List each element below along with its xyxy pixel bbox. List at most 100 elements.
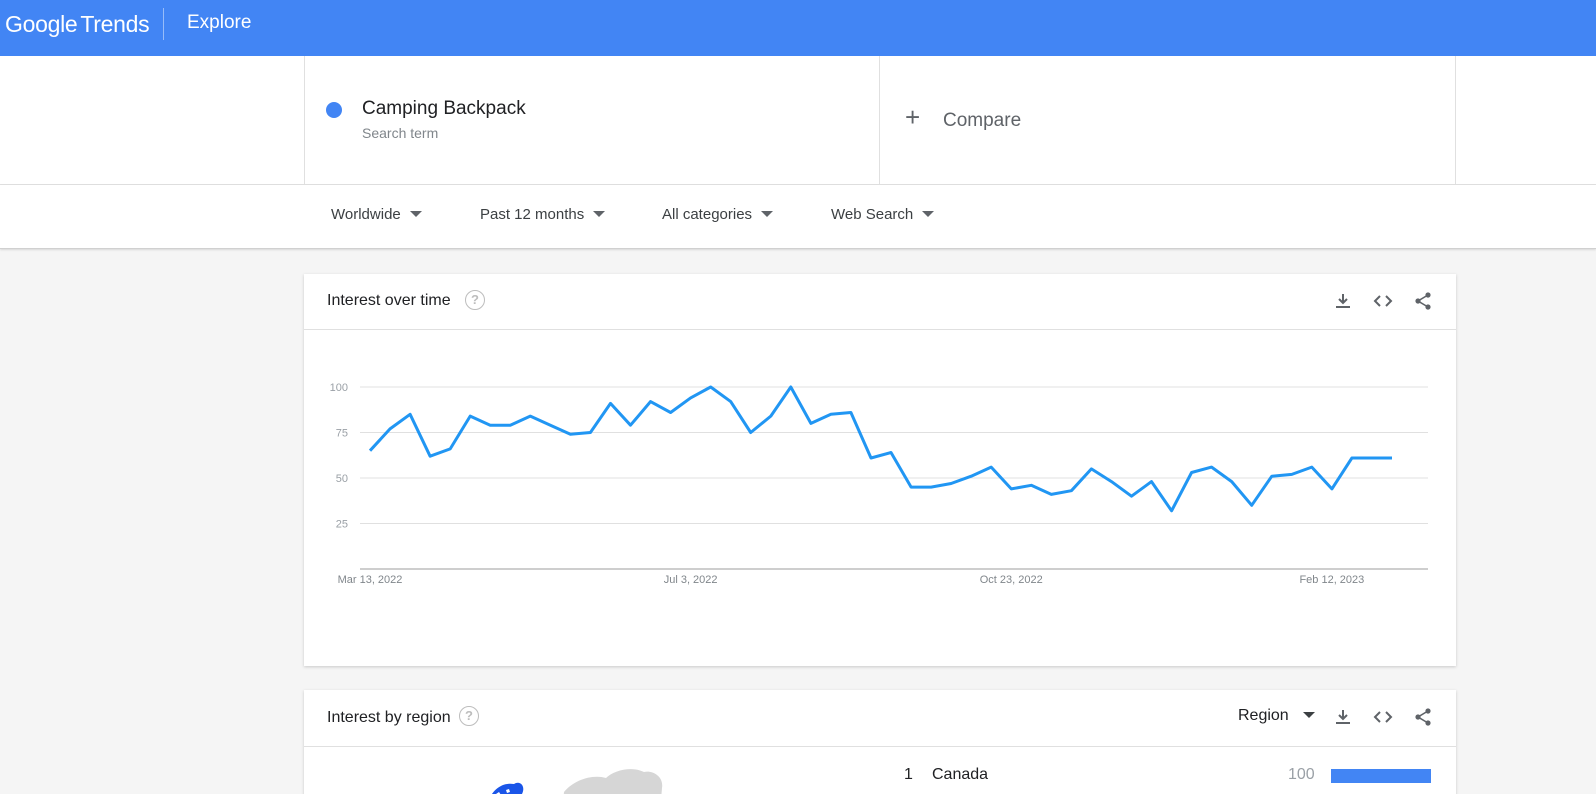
data-point[interactable] (1288, 470, 1296, 478)
data-point[interactable] (386, 425, 394, 433)
region-name[interactable]: Canada (932, 766, 988, 784)
caret-down-icon (1302, 711, 1315, 718)
series-line (368, 385, 1392, 513)
data-point[interactable] (366, 447, 374, 455)
search-term-header: Camping Backpack Search term + Compare (0, 56, 1596, 185)
data-point[interactable] (606, 399, 614, 407)
y-tick-label: 75 (336, 428, 348, 440)
data-point[interactable] (1228, 478, 1236, 486)
data-point[interactable] (466, 412, 474, 420)
y-tick-label: 25 (336, 519, 348, 531)
data-point[interactable] (446, 445, 454, 453)
data-point[interactable] (867, 454, 875, 462)
top-bar: Google Trends Explore (0, 0, 1596, 56)
google-trends-logo[interactable]: Google Trends (5, 11, 150, 41)
data-point[interactable] (1188, 469, 1196, 477)
data-point[interactable] (947, 479, 955, 487)
data-point[interactable] (1388, 454, 1396, 462)
data-point[interactable] (1067, 487, 1075, 495)
data-point[interactable] (426, 452, 434, 460)
data-point[interactable] (1208, 463, 1216, 471)
resolution-select[interactable]: Region (1238, 707, 1315, 725)
data-point[interactable] (747, 429, 755, 437)
data-point[interactable] (1268, 472, 1276, 480)
data-point[interactable] (967, 472, 975, 480)
x-tick-label: Jul 3, 2022 (664, 574, 718, 586)
data-point[interactable] (987, 463, 995, 471)
caret-down-icon (593, 211, 606, 218)
region-value-bar (1331, 769, 1431, 783)
data-point[interactable] (887, 449, 895, 457)
category-filter-label: All categories (662, 206, 753, 223)
data-point[interactable] (1087, 465, 1095, 473)
interest-over-time-chart[interactable]: 25 50 75 100 Mar 13, 2022 Jul 3, 2022 Oct 23, … (304, 329, 1456, 666)
data-point[interactable] (406, 410, 414, 418)
card-divider (304, 746, 1456, 747)
data-point[interactable] (546, 421, 554, 429)
share-icon[interactable] (1410, 288, 1436, 314)
download-icon[interactable] (1330, 288, 1356, 314)
location-filter[interactable]: Worldwide (331, 206, 422, 223)
data-point[interactable] (627, 421, 635, 429)
data-point[interactable] (1248, 501, 1256, 509)
data-point[interactable] (827, 410, 835, 418)
compare-card[interactable]: + Compare (880, 56, 1456, 185)
category-filter[interactable]: All categories (662, 206, 774, 223)
data-point[interactable] (807, 419, 815, 427)
caret-down-icon (922, 211, 935, 218)
data-point[interactable] (1107, 478, 1115, 486)
page-title: Explore (187, 12, 252, 33)
data-point[interactable] (1148, 478, 1156, 486)
search-term-type: Search term (362, 125, 439, 141)
data-point[interactable] (1368, 454, 1376, 462)
search-term-card[interactable]: Camping Backpack Search term (304, 56, 880, 185)
data-point[interactable] (1047, 490, 1055, 498)
interest-by-region-card: Interest by region ? Region 1 Canada 100 (304, 690, 1456, 794)
embed-icon[interactable] (1370, 704, 1396, 730)
time-filter-label: Past 12 months (480, 206, 585, 223)
compare-button[interactable]: Compare (943, 110, 1021, 132)
time-filter[interactable]: Past 12 months (480, 206, 606, 223)
data-point[interactable] (667, 408, 675, 416)
data-point[interactable] (787, 383, 795, 391)
data-point[interactable] (647, 398, 655, 406)
data-point[interactable] (707, 383, 715, 391)
data-point[interactable] (1348, 454, 1356, 462)
data-point[interactable] (566, 430, 574, 438)
region-map[interactable] (474, 752, 714, 794)
help-icon[interactable]: ? (465, 290, 485, 310)
location-filter-label: Worldwide (331, 206, 401, 223)
help-icon[interactable]: ? (459, 706, 479, 726)
caret-down-icon (409, 211, 422, 218)
data-point[interactable] (1007, 485, 1015, 493)
header-divider (163, 8, 164, 40)
y-tick-label: 50 (336, 473, 348, 485)
logo-google-text: Google (5, 11, 78, 37)
data-point[interactable] (1027, 481, 1035, 489)
data-point[interactable] (1168, 507, 1176, 515)
plus-icon[interactable]: + (905, 104, 920, 130)
data-point[interactable] (506, 421, 514, 429)
data-point[interactable] (586, 429, 594, 437)
data-point[interactable] (907, 483, 915, 491)
data-point[interactable] (526, 412, 534, 420)
embed-icon[interactable] (1370, 288, 1396, 314)
share-icon[interactable] (1410, 704, 1436, 730)
search-term-name[interactable]: Camping Backpack (362, 98, 526, 120)
data-point[interactable] (687, 394, 695, 402)
data-point[interactable] (847, 408, 855, 416)
data-point[interactable] (727, 398, 735, 406)
card-title: Interest by region (327, 709, 451, 726)
data-point[interactable] (767, 412, 775, 420)
y-tick-label: 100 (330, 382, 348, 394)
resolution-select-label: Region (1238, 707, 1289, 724)
download-icon[interactable] (1330, 704, 1356, 730)
data-point[interactable] (1127, 492, 1135, 500)
data-point[interactable] (1308, 463, 1316, 471)
data-point[interactable] (1328, 485, 1336, 493)
filter-bar: Worldwide Past 12 months All categories … (0, 185, 1596, 249)
data-point[interactable] (486, 421, 494, 429)
card-title: Interest over time (327, 292, 451, 309)
search-type-filter[interactable]: Web Search (831, 206, 935, 223)
data-point[interactable] (927, 483, 935, 491)
